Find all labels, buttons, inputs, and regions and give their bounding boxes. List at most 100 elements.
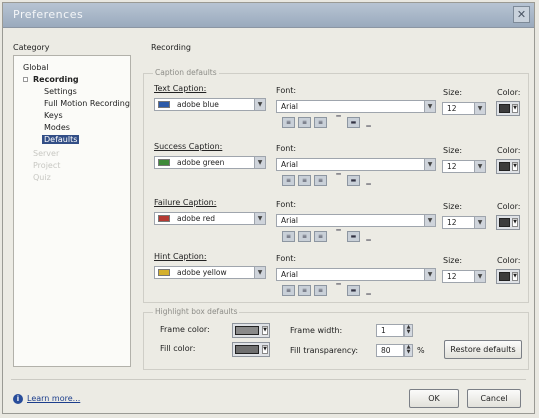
align-center-icon[interactable]: ≡ (298, 117, 311, 128)
tree-item-server[interactable]: Server (33, 149, 59, 158)
font-value: Arial (281, 216, 298, 225)
frame-color-label: Frame color: (160, 325, 210, 334)
chevron-down-icon[interactable]: ▼ (424, 101, 435, 112)
fill-transparency-label: Fill transparency: (290, 346, 359, 355)
restore-defaults-button[interactable]: Restore defaults (444, 340, 522, 359)
valign-middle-icon[interactable]: ▬ (347, 285, 360, 296)
tree-item-quiz[interactable]: Quiz (33, 173, 51, 182)
chevron-down-icon[interactable]: ▼ (474, 217, 485, 228)
valign-middle-icon[interactable]: ▬ (347, 117, 360, 128)
color-chip-icon (499, 162, 510, 171)
window-title: Preferences (13, 8, 84, 21)
success-caption-color-button[interactable]: ▼ (496, 159, 520, 174)
align-left-icon[interactable]: ≡ (282, 175, 295, 186)
failure-caption-style-select[interactable]: adobe red ▼ (154, 212, 266, 225)
ok-button[interactable]: OK (409, 389, 459, 408)
success-caption-style-select[interactable]: adobe green ▼ (154, 156, 266, 169)
size-label: Size: (443, 202, 463, 211)
valign-top-icon[interactable]: ▔ (332, 173, 345, 184)
chevron-down-icon[interactable]: ▼ (254, 267, 265, 278)
align-left-icon[interactable]: ≡ (282, 117, 295, 128)
valign-top-icon[interactable]: ▔ (332, 229, 345, 240)
font-value: Arial (281, 160, 298, 169)
fill-color-button[interactable]: ▼ (232, 342, 270, 357)
success-caption-font-select[interactable]: Arial ▼ (276, 158, 436, 171)
color-label: Color: (497, 146, 521, 155)
align-right-icon[interactable]: ≡ (314, 117, 327, 128)
chevron-down-icon[interactable]: ▼ (474, 271, 485, 282)
font-label: Font: (276, 144, 297, 153)
valign-middle-icon[interactable]: ▬ (347, 231, 360, 242)
tree-item-full-motion-recording[interactable]: Full Motion Recording (44, 99, 130, 108)
expander-icon[interactable] (23, 77, 28, 82)
hint-caption-font-select[interactable]: Arial ▼ (276, 268, 436, 281)
color-label: Color: (497, 202, 521, 211)
hint-caption-style-select[interactable]: adobe yellow ▼ (154, 266, 266, 279)
failure-caption-label: Failure Caption: (154, 198, 217, 207)
align-center-icon[interactable]: ≡ (298, 175, 311, 186)
valign-bottom-icon[interactable]: ▁ (362, 177, 375, 188)
style-swatch (158, 159, 170, 166)
valign-bottom-icon[interactable]: ▁ (362, 287, 375, 298)
chevron-down-icon[interactable]: ▼ (424, 159, 435, 170)
chevron-down-icon[interactable]: ▼ (254, 213, 265, 224)
valign-bottom-icon[interactable]: ▁ (362, 233, 375, 244)
tree-item-recording[interactable]: Recording (33, 75, 79, 84)
hint-caption-color-button[interactable]: ▼ (496, 269, 520, 284)
chevron-down-icon: ▼ (512, 218, 518, 227)
color-label: Color: (497, 88, 521, 97)
align-right-icon[interactable]: ≡ (314, 285, 327, 296)
text-caption-style-select[interactable]: adobe blue ▼ (154, 98, 266, 111)
failure-caption-size-select[interactable]: 12 ▼ (442, 216, 486, 229)
align-center-icon[interactable]: ≡ (298, 285, 311, 296)
caption-defaults-group: Caption defaults Text Caption: adobe blu… (143, 68, 529, 303)
chevron-down-icon[interactable]: ▼ (424, 215, 435, 226)
text-caption-size-select[interactable]: 12 ▼ (442, 102, 486, 115)
success-caption-size-select[interactable]: 12 ▼ (442, 160, 486, 173)
category-label: Category (13, 43, 50, 52)
style-swatch (158, 101, 170, 108)
chevron-down-icon[interactable]: ▼ (474, 103, 485, 114)
tree-item-global[interactable]: Global (23, 63, 49, 72)
chevron-down-icon: ▼ (262, 326, 268, 335)
align-left-icon[interactable]: ≡ (282, 285, 295, 296)
fill-transparency-spinner-icon[interactable]: ▲ ▼ (404, 344, 413, 357)
tree-item-settings[interactable]: Settings (44, 87, 77, 96)
align-right-icon[interactable]: ≡ (314, 175, 327, 186)
text-caption-label: Text Caption: (154, 84, 207, 93)
chevron-down-icon[interactable]: ▼ (254, 157, 265, 168)
align-center-icon[interactable]: ≡ (298, 231, 311, 242)
align-left-icon[interactable]: ≡ (282, 231, 295, 242)
cancel-button[interactable]: Cancel (467, 389, 521, 408)
close-icon[interactable]: ✕ (513, 6, 530, 23)
text-caption-font-select[interactable]: Arial ▼ (276, 100, 436, 113)
text-caption-color-button[interactable]: ▼ (496, 101, 520, 116)
hint-caption-size-select[interactable]: 12 ▼ (442, 270, 486, 283)
valign-bottom-icon[interactable]: ▁ (362, 119, 375, 130)
fill-transparency-input[interactable]: 80 (376, 344, 404, 357)
align-right-icon[interactable]: ≡ (314, 231, 327, 242)
frame-color-button[interactable]: ▼ (232, 323, 270, 338)
tree-item-defaults[interactable]: Defaults (42, 135, 80, 144)
chevron-down-icon[interactable]: ▼ (424, 269, 435, 280)
valign-top-icon[interactable]: ▔ (332, 115, 345, 126)
tree-item-keys[interactable]: Keys (44, 111, 63, 120)
failure-caption-font-select[interactable]: Arial ▼ (276, 214, 436, 227)
learn-more-link[interactable]: Learn more... (27, 394, 80, 403)
size-label: Size: (443, 256, 463, 265)
frame-width-spinner-icon[interactable]: ▲ ▼ (404, 324, 413, 337)
chevron-down-icon[interactable]: ▼ (254, 99, 265, 110)
caption-defaults-title: Caption defaults (153, 68, 219, 77)
valign-middle-icon[interactable]: ▬ (347, 175, 360, 186)
color-chip-icon (499, 218, 510, 227)
tree-item-modes[interactable]: Modes (44, 123, 70, 132)
style-value: adobe green (177, 158, 225, 167)
chevron-down-icon[interactable]: ▼ (474, 161, 485, 172)
tree-item-project[interactable]: Project (33, 161, 60, 170)
chevron-down-icon: ▼ (262, 345, 268, 354)
valign-top-icon[interactable]: ▔ (332, 283, 345, 294)
failure-caption-color-button[interactable]: ▼ (496, 215, 520, 230)
frame-color-chip (235, 326, 259, 335)
frame-width-input[interactable]: 1 (376, 324, 404, 337)
success-caption-label: Success Caption: (154, 142, 223, 151)
